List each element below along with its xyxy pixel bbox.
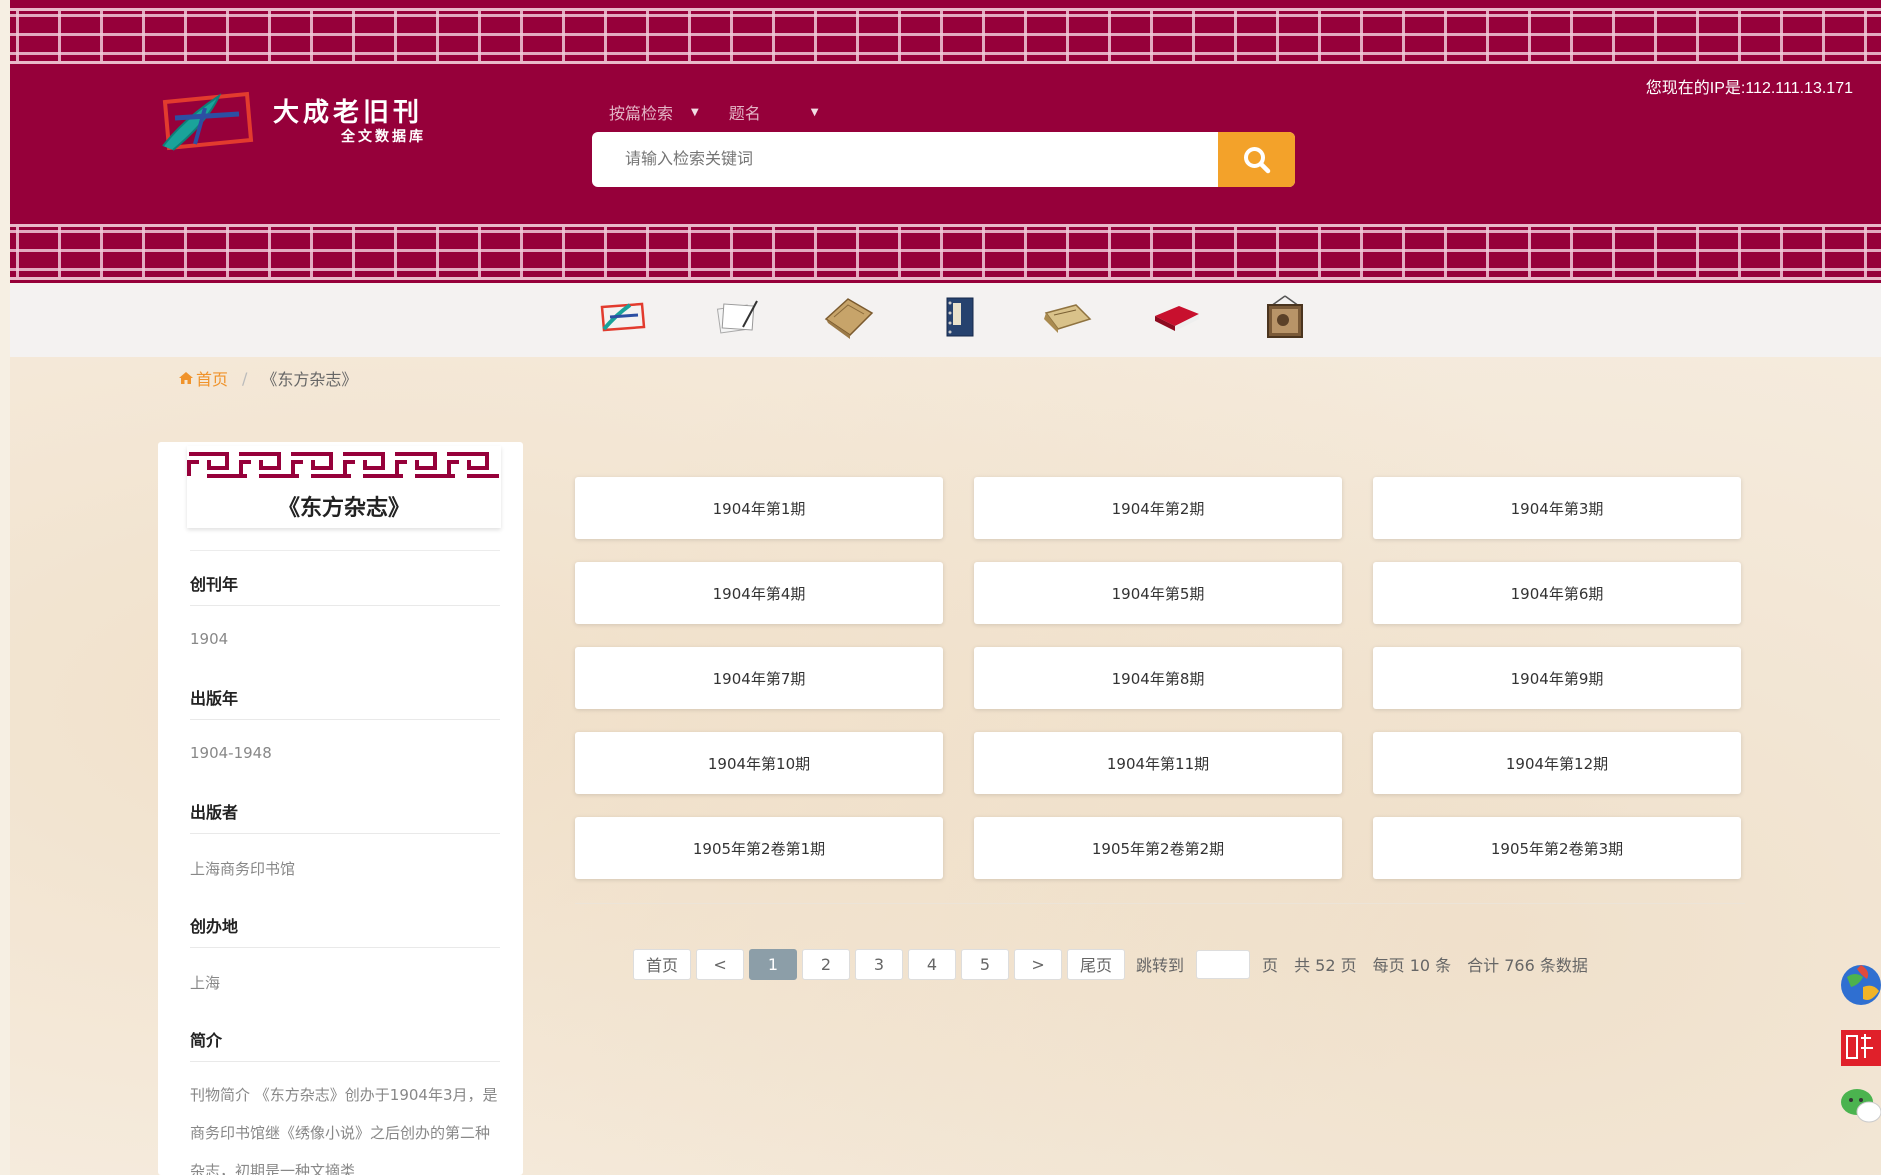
field-introduction: 简介 刊物简介 《东方杂志》创办于1904年3月，是商务印书馆继《绣像小说》之后… [190, 1027, 500, 1175]
header: 大成老旧刊 全文数据库 您现在的IP是:112.111.13.171 按篇检索 … [10, 0, 1881, 283]
field-value: 上海 [190, 974, 221, 992]
first-page-button[interactable]: 首页 [633, 948, 692, 980]
issue-link[interactable]: 1904年第12期 [1373, 732, 1741, 794]
total-records-text: 合计 766 条数据 [1467, 956, 1588, 975]
issue-link[interactable]: 1904年第2期 [974, 477, 1342, 539]
logo-subtitle: 全文数据库 [341, 129, 426, 145]
journal-title: 《东方杂志》 [277, 495, 410, 521]
field-value: 1904-1948 [190, 744, 272, 762]
field-label: 出版者 [190, 799, 500, 834]
ip-address-text: 您现在的IP是:112.111.13.171 [1645, 80, 1853, 97]
nav-picture-frame-icon[interactable] [1258, 293, 1312, 341]
issue-link[interactable]: 1904年第1期 [575, 477, 943, 539]
issue-link[interactable]: 1905年第2卷第2期 [974, 817, 1342, 879]
search-button[interactable] [1218, 132, 1295, 187]
issue-link[interactable]: 1905年第2卷第1期 [575, 817, 943, 879]
field-label: 创办地 [190, 913, 500, 948]
breadcrumb-separator: / [242, 368, 248, 388]
field-publisher: 出版者 上海商务印书馆 [190, 799, 500, 879]
jump-page-input[interactable] [1196, 949, 1251, 979]
field-publication-years: 出版年 1904-1948 [190, 685, 500, 762]
field-founding-place: 创办地 上海 [190, 913, 500, 993]
search-field-select[interactable]: 题名 ▼ [729, 100, 819, 124]
pagination: 首页 < 1 2 3 4 5 > 尾页 跳转到 页 共 52 页 每页 10 条… [633, 948, 1596, 980]
search-input[interactable] [592, 132, 1218, 187]
nav-scroll-icon[interactable] [1040, 293, 1094, 341]
floating-weibo-button[interactable] [1837, 1026, 1881, 1070]
issue-link[interactable]: 1904年第9期 [1373, 647, 1741, 709]
field-founding-year: 创刊年 1904 [190, 571, 500, 648]
issue-link[interactable]: 1904年第11期 [974, 732, 1342, 794]
breadcrumb-current: 《东方杂志》 [261, 370, 358, 389]
caret-down-icon: ▼ [810, 106, 819, 118]
site-logo[interactable]: 大成老旧刊 全文数据库 [155, 88, 455, 158]
field-label: 出版年 [190, 685, 500, 720]
home-icon [179, 372, 193, 384]
search-options: 按篇检索 ▼ 题名 ▼ [609, 100, 848, 124]
caret-down-icon: ▼ [691, 106, 699, 118]
nav-writing-paper-icon[interactable] [710, 293, 764, 341]
nav-thread-bound-book-icon[interactable] [932, 293, 986, 341]
field-label: 简介 [190, 1027, 500, 1062]
page-button[interactable]: 3 [855, 948, 904, 980]
total-pages-text: 共 52 页 [1294, 956, 1357, 975]
issue-link[interactable]: 1904年第4期 [575, 562, 943, 624]
page-button[interactable]: 5 [961, 948, 1010, 980]
introduction-text: 刊物简介 《东方杂志》创办于1904年3月，是商务印书馆继《绣像小说》之后创办的… [190, 1086, 498, 1175]
logo-icon [162, 91, 254, 151]
per-page-text: 每页 10 条 [1372, 956, 1452, 975]
issue-link[interactable]: 1904年第5期 [974, 562, 1342, 624]
globe-icon [1841, 965, 1881, 1005]
breadcrumb-home-link[interactable]: 首页 [178, 366, 228, 390]
divider [575, 903, 1745, 904]
field-value: 上海商务印书馆 [190, 860, 296, 878]
page-button[interactable]: 2 [802, 948, 851, 980]
page-button-current[interactable]: 1 [749, 948, 798, 980]
logo-title: 大成老旧刊 [273, 98, 424, 128]
page-button[interactable]: 4 [908, 948, 957, 980]
journal-info-sidebar: 《东方杂志》 创刊年 1904 出版年 1904-1948 出版者 上海商务印书… [158, 442, 523, 1175]
field-value: 1904 [190, 630, 229, 648]
nav-old-book-icon[interactable] [822, 293, 876, 341]
issue-link[interactable]: 1904年第10期 [575, 732, 943, 794]
search-scope-select[interactable]: 按篇检索 ▼ [609, 100, 699, 124]
issue-link[interactable]: 1905年第2卷第3期 [1373, 817, 1741, 879]
divider [190, 550, 500, 551]
fret-border-bottom [10, 224, 1881, 280]
issue-link[interactable]: 1904年第7期 [575, 647, 943, 709]
issue-link[interactable]: 1904年第3期 [1373, 477, 1741, 539]
page-unit-label: 页 [1262, 956, 1279, 975]
nav-logo-icon[interactable] [595, 293, 649, 341]
wechat-icon [1841, 1089, 1881, 1123]
floating-globe-button[interactable] [1837, 963, 1881, 1007]
field-label: 创刊年 [190, 571, 500, 606]
journal-title-card: 《东方杂志》 [187, 446, 501, 528]
nav-red-book-icon[interactable] [1150, 293, 1204, 341]
search-box [592, 132, 1295, 187]
category-icon-bar [10, 283, 1881, 357]
jump-label: 跳转到 [1136, 956, 1185, 975]
next-page-button[interactable]: > [1014, 948, 1063, 980]
issue-link[interactable]: 1904年第8期 [974, 647, 1342, 709]
breadcrumb-home-label: 首页 [196, 370, 229, 389]
search-icon [1243, 146, 1270, 173]
search-field-label: 题名 [728, 104, 761, 123]
fret-border-top [10, 8, 1881, 64]
issue-link[interactable]: 1904年第6期 [1373, 562, 1741, 624]
fret-pattern-band [187, 446, 501, 484]
red-badge-icon [1841, 1030, 1881, 1066]
floating-wechat-button[interactable] [1837, 1084, 1881, 1128]
search-scope-label: 按篇检索 [609, 104, 674, 123]
last-page-button[interactable]: 尾页 [1067, 948, 1126, 980]
prev-page-button[interactable]: < [696, 948, 745, 980]
breadcrumb: 首页 / 《东方杂志》 [178, 366, 357, 390]
